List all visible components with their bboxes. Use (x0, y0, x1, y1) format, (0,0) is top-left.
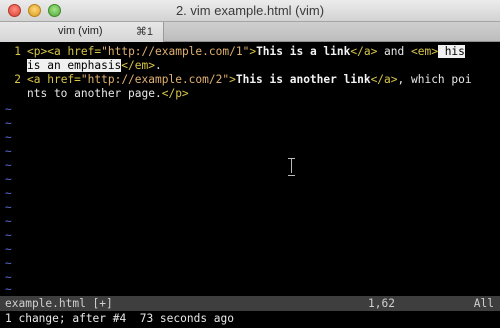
a-open-tag-end: > (229, 73, 236, 86)
selected-text: is an emphasis (27, 59, 122, 72)
empty-line-marker: ~ (5, 117, 12, 130)
empty-line-marker: ~ (5, 215, 12, 228)
link-text: This is a link (256, 45, 351, 58)
plain-text: and (377, 45, 411, 58)
a-close-tag: </a> (370, 73, 398, 86)
vim-editor[interactable]: 1 <p><a href="http://example.com/1">This … (0, 43, 500, 296)
empty-line-marker: ~ (5, 243, 12, 256)
p-open-tag: <p> (27, 45, 48, 58)
a-close-tag: </a> (350, 45, 378, 58)
a-open-tag-start: <a (47, 45, 68, 58)
href-url: "http://example.com/1" (101, 45, 250, 58)
empty-line-marker: ~ (5, 145, 12, 158)
terminal-window: 2. vim example.html (vim) vim (vim) ⌘1 1… (0, 0, 500, 328)
empty-line-marker: ~ (5, 173, 12, 186)
editor-line-2-wrap[interactable]: nts to another page.</p> (0, 87, 189, 101)
href-attribute: href= (47, 73, 81, 86)
title-bar[interactable]: 2. vim example.html (vim) (0, 0, 500, 22)
window-title: 2. vim example.html (vim) (175, 3, 325, 18)
href-url: "http://example.com/2" (80, 73, 230, 86)
ibeam-cursor-icon (288, 158, 296, 176)
status-filename: example.html [+] (5, 297, 113, 310)
tab-bar: vim (vim) ⌘1 (0, 22, 500, 42)
vim-status-line: example.html [+] 1,62 All (0, 296, 500, 311)
status-cursor-position: 1,62 (368, 297, 395, 310)
a-open-tag-start: <a (27, 73, 48, 86)
href-attribute: href= (67, 45, 102, 58)
plain-text: nts to another page. (27, 87, 162, 100)
p-close-tag: </p> (161, 87, 189, 100)
empty-line-marker: ~ (5, 257, 12, 270)
link-text: This is another link (235, 73, 371, 86)
plain-text: , which poi (397, 73, 472, 86)
status-scroll-percent: All (473, 297, 494, 310)
editor-line-1-wrap[interactable]: is an emphasis</em>. (0, 59, 162, 73)
empty-line-marker: ~ (5, 159, 12, 172)
line-number: 2 (14, 73, 21, 86)
selected-text: his (437, 45, 465, 58)
empty-line-marker: ~ (5, 187, 12, 200)
em-open-tag: <em> (411, 45, 438, 58)
plain-text: . (154, 59, 162, 72)
tab-label: vim (vim) (58, 25, 103, 37)
empty-line-marker: ~ (5, 103, 12, 116)
empty-line-marker: ~ (5, 131, 12, 144)
tab-vim[interactable]: vim (vim) ⌘1 (0, 22, 164, 42)
tab-shortcut: ⌘1 (135, 26, 153, 38)
empty-line-marker: ~ (5, 201, 12, 214)
empty-line-marker: ~ (5, 283, 12, 296)
empty-line-marker: ~ (5, 229, 12, 242)
line-number: 1 (14, 45, 21, 58)
editor-line-1[interactable]: 1 <p><a href="http://example.com/1">This … (0, 45, 465, 59)
vim-command-line[interactable]: 1 change; after #4 73 seconds ago (5, 312, 234, 326)
em-close-tag: </em> (121, 59, 155, 72)
editor-line-2[interactable]: 2 <a href="http://example.com/2">This is … (0, 73, 472, 87)
